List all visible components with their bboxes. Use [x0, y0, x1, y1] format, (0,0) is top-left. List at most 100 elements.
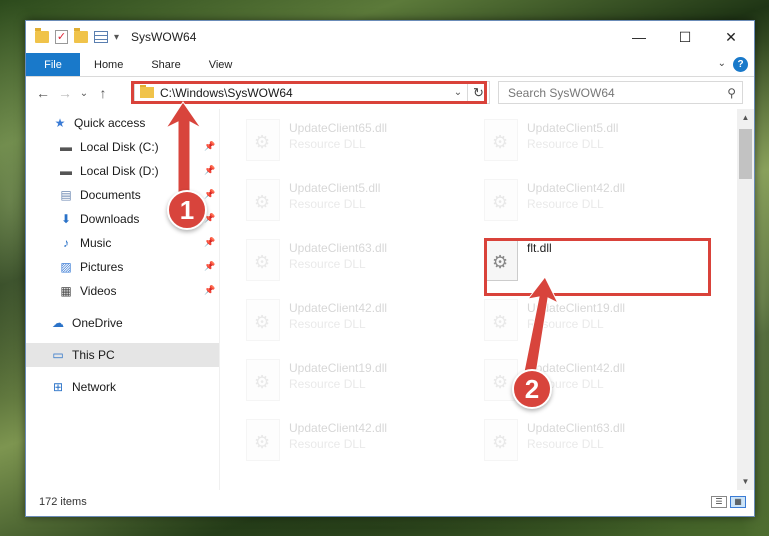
pictures-icon: ▨ — [60, 260, 72, 274]
file-item[interactable]: UpdateClient19.dll Resource DLL — [246, 359, 466, 405]
pin-icon[interactable]: 📌 — [204, 261, 215, 272]
sidebar-item-label: Downloads — [80, 212, 140, 226]
annotation-badge-two: 2 — [512, 369, 552, 409]
sidebar-item-label: Videos — [80, 284, 117, 298]
download-icon: ⬇ — [60, 212, 72, 226]
dll-file-icon — [484, 419, 518, 461]
sidebar-item-label: Pictures — [80, 260, 124, 274]
sidebar-item-network[interactable]: ⊞ Network — [26, 375, 219, 399]
address-bar[interactable]: C:\Windows\SysWOW64 ⌄ ↻ — [134, 81, 490, 104]
file-item[interactable]: UpdateClient65.dll Resource DLL — [246, 119, 466, 165]
file-type: Resource DLL — [289, 317, 366, 331]
address-dropdown-icon[interactable]: ⌄ — [449, 87, 467, 98]
back-button[interactable]: ← — [32, 85, 54, 101]
file-item[interactable]: UpdateClient63.dll Resource DLL — [246, 239, 466, 285]
videos-icon: ▦ — [60, 284, 72, 298]
cloud-icon: ☁ — [52, 316, 64, 330]
file-item[interactable]: UpdateClient5.dll Resource DLL — [484, 119, 704, 165]
file-name: UpdateClient63.dll — [527, 421, 626, 435]
refresh-icon[interactable]: ↻ — [467, 82, 489, 103]
item-count: 172 items — [39, 496, 87, 508]
sidebar-item-videos[interactable]: ▦ Videos 📌 — [26, 279, 219, 303]
properties-icon[interactable] — [94, 31, 108, 43]
scrollbar-thumb[interactable] — [739, 129, 752, 179]
file-type: Resource DLL — [527, 137, 604, 151]
sidebar-item-pictures[interactable]: ▨ Pictures 📌 — [26, 255, 219, 279]
new-folder-icon[interactable] — [74, 28, 88, 43]
search-icon: ⚲ — [727, 85, 736, 100]
file-type: Resource DLL — [527, 437, 604, 451]
drive-icon: ▬ — [60, 140, 72, 154]
recent-locations-button[interactable]: ⌄ — [76, 88, 92, 99]
file-name: UpdateClient5.dll — [527, 121, 619, 135]
sidebar-item-label: Music — [80, 236, 112, 250]
customize-dropdown-icon[interactable]: ▾ — [114, 32, 119, 43]
music-icon: ♪ — [63, 236, 69, 250]
sidebar-item-quick-access[interactable]: ★ Quick access — [26, 111, 219, 135]
up-button[interactable]: ↑ — [92, 85, 114, 101]
file-item[interactable]: UpdateClient19.dll Resource DLL — [484, 299, 704, 345]
folder-icon — [140, 85, 154, 98]
pin-icon[interactable]: 📌 — [204, 141, 215, 152]
properties-check-icon[interactable]: ✓ — [55, 30, 68, 44]
sidebar-item-label: OneDrive — [72, 316, 123, 330]
explorer-window: ✓ ▾ SysWOW64 — ☐ ✕ File Home Share View … — [25, 20, 755, 517]
sidebar-item-music[interactable]: ♪ Music 📌 — [26, 231, 219, 255]
forward-button[interactable]: → — [54, 85, 76, 101]
pc-icon: ▭ — [52, 348, 64, 362]
file-name: UpdateClient19.dll — [527, 301, 626, 315]
sidebar-item-local-disk-d[interactable]: ▬ Local Disk (D:) 📌 — [26, 159, 219, 183]
file-name: UpdateClient42.dll — [289, 301, 388, 315]
folder-icon[interactable] — [35, 28, 49, 43]
document-icon: ▤ — [60, 188, 72, 202]
sidebar-item-label: Network — [72, 380, 117, 394]
file-item[interactable]: UpdateClient63.dll Resource DLL — [484, 419, 704, 465]
sidebar-item-label: Local Disk (C:) — [80, 140, 159, 154]
navigation-bar: ← → ⌄ ↑ C:\Windows\SysWOW64 ⌄ ↻ Search S… — [26, 77, 754, 109]
file-item-flt-dll[interactable]: flt.dll — [484, 239, 704, 285]
file-item[interactable]: UpdateClient5.dll Resource DLL — [246, 179, 466, 225]
ribbon-tabs: File Home Share View ⌄ ? — [26, 53, 754, 77]
sidebar-item-onedrive[interactable]: ☁ OneDrive — [26, 311, 219, 335]
maximize-button[interactable]: ☐ — [662, 21, 708, 53]
file-item[interactable]: UpdateClient42.dll Resource DLL — [484, 179, 704, 225]
file-list: UpdateClient65.dll Resource DLL UpdateCli… — [221, 109, 735, 490]
sidebar-item-this-pc[interactable]: ▭ This PC — [26, 343, 219, 367]
sidebar-item-local-disk-c[interactable]: ▬ Local Disk (C:) 📌 — [26, 135, 219, 159]
minimize-button[interactable]: — — [616, 21, 662, 53]
tab-file[interactable]: File — [26, 53, 80, 76]
file-item[interactable]: UpdateClient42.dll Resource DLL — [246, 419, 466, 465]
annotation-badge-one: 1 — [167, 190, 207, 230]
help-icon[interactable]: ? — [733, 57, 748, 72]
title-bar: ✓ ▾ SysWOW64 — ☐ ✕ — [26, 21, 754, 53]
pin-icon[interactable]: 📌 — [204, 237, 215, 248]
file-name: UpdateClient5.dll — [289, 181, 381, 195]
file-name: UpdateClient63.dll — [289, 241, 388, 255]
pin-icon[interactable]: 📌 — [204, 165, 215, 176]
details-view-icon[interactable]: ☰ — [711, 496, 727, 508]
close-button[interactable]: ✕ — [708, 21, 754, 53]
file-name: UpdateClient42.dll — [527, 181, 626, 195]
expand-ribbon-icon[interactable]: ⌄ — [718, 58, 726, 69]
file-type: Resource DLL — [289, 377, 366, 391]
tiles-view-icon[interactable]: ▦ — [730, 496, 746, 508]
vertical-scrollbar[interactable]: ▲ ▼ — [737, 109, 754, 490]
address-path[interactable]: C:\Windows\SysWOW64 — [160, 86, 293, 100]
pin-icon[interactable]: 📌 — [204, 189, 215, 200]
file-type: Resource DLL — [289, 197, 366, 211]
dll-file-icon — [246, 419, 280, 461]
file-type: Resource DLL — [289, 137, 366, 151]
tab-share[interactable]: Share — [137, 53, 194, 76]
file-type: Resource DLL — [527, 317, 604, 331]
tab-home[interactable]: Home — [80, 53, 137, 76]
file-item[interactable]: UpdateClient42.dll Resource DLL — [246, 299, 466, 345]
sidebar-item-label: Quick access — [74, 116, 146, 130]
scroll-up-icon[interactable]: ▲ — [737, 109, 754, 126]
tab-view[interactable]: View — [195, 53, 247, 76]
dll-file-icon — [484, 179, 518, 221]
pin-icon[interactable]: 📌 — [204, 285, 215, 296]
dll-file-icon — [484, 239, 518, 281]
file-name: UpdateClient65.dll — [289, 121, 388, 135]
file-name: UpdateClient42.dll — [289, 421, 388, 435]
search-input[interactable]: Search SysWOW64 ⚲ — [498, 81, 743, 104]
